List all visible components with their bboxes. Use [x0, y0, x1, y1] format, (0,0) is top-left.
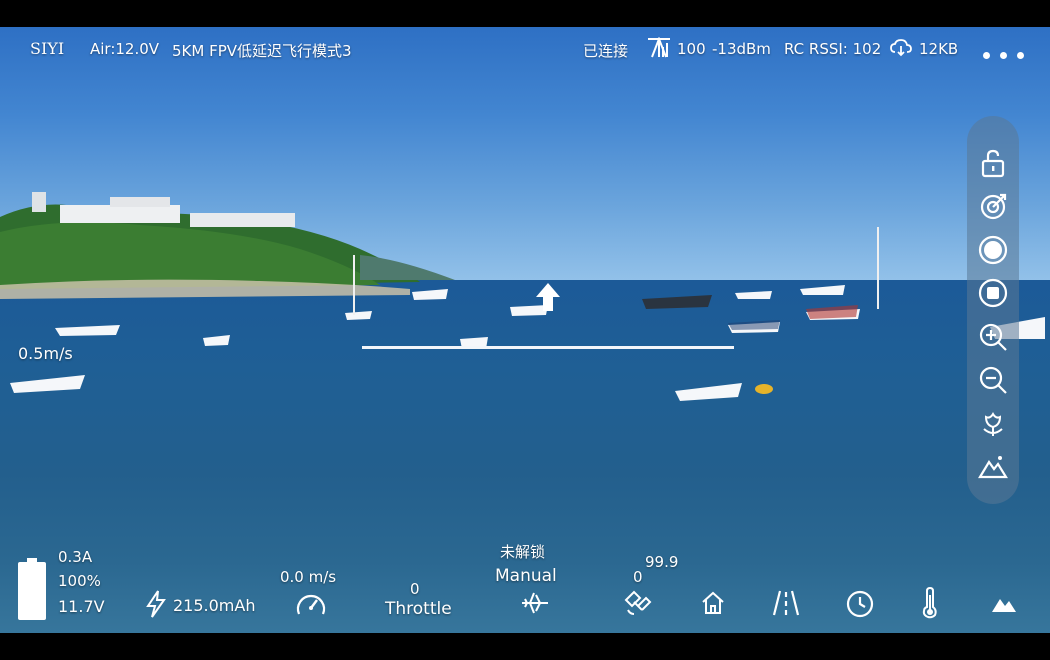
connection-status: 已连接 [583, 42, 629, 60]
lock-icon[interactable] [976, 146, 1010, 180]
mode-label: 5KM FPV低延迟飞行模式3 [172, 42, 352, 60]
flight-path-line [362, 346, 734, 349]
signal-dbm: -13dBm [712, 40, 771, 58]
zoom-out-icon[interactable] [976, 363, 1010, 397]
signal-strength: 100 [677, 40, 706, 58]
satellite-icon [624, 590, 652, 615]
battery-voltage: 11.7V [58, 597, 105, 616]
airplane-icon [522, 592, 548, 614]
battery-icon [18, 558, 46, 620]
thermometer-icon[interactable] [920, 587, 940, 619]
battery-current: 0.3A [58, 548, 93, 566]
record-icon[interactable] [976, 233, 1010, 267]
satellite-count: 0 [633, 568, 643, 586]
arm-status: 未解锁 [500, 543, 546, 561]
more-menu-button[interactable] [983, 44, 1034, 63]
consumed-capacity: 215.0mAh [173, 596, 256, 615]
terrain-icon[interactable] [991, 594, 1017, 614]
throttle-value: 0 [410, 580, 420, 598]
clock-icon[interactable] [845, 589, 875, 619]
hdop-value: 99.9 [645, 553, 679, 571]
throttle-label: Throttle [385, 599, 452, 619]
signal-icon [648, 37, 670, 58]
air-voltage: Air:12.0V [90, 40, 160, 58]
home-icon[interactable] [700, 590, 726, 616]
battery-percent: 100% [58, 572, 101, 590]
brand-logo: SIYI [30, 39, 65, 58]
stop-icon[interactable] [976, 276, 1010, 310]
flower-icon[interactable] [976, 407, 1010, 441]
mountain-icon[interactable] [976, 450, 1010, 484]
flight-mode[interactable]: Manual [495, 566, 557, 586]
speedometer-icon [296, 594, 326, 615]
ground-speed: 0.0 m/s [280, 568, 337, 586]
road-icon[interactable] [771, 589, 801, 617]
rc-rssi: RC RSSI: 102 [784, 40, 882, 58]
data-rate: 12KB [919, 40, 959, 58]
lightning-icon [146, 590, 166, 618]
speed-overlay: 0.5m/s [18, 344, 73, 363]
cloud-download-icon [890, 39, 912, 57]
zoom-in-icon[interactable] [976, 320, 1010, 354]
target-icon[interactable] [976, 190, 1010, 224]
